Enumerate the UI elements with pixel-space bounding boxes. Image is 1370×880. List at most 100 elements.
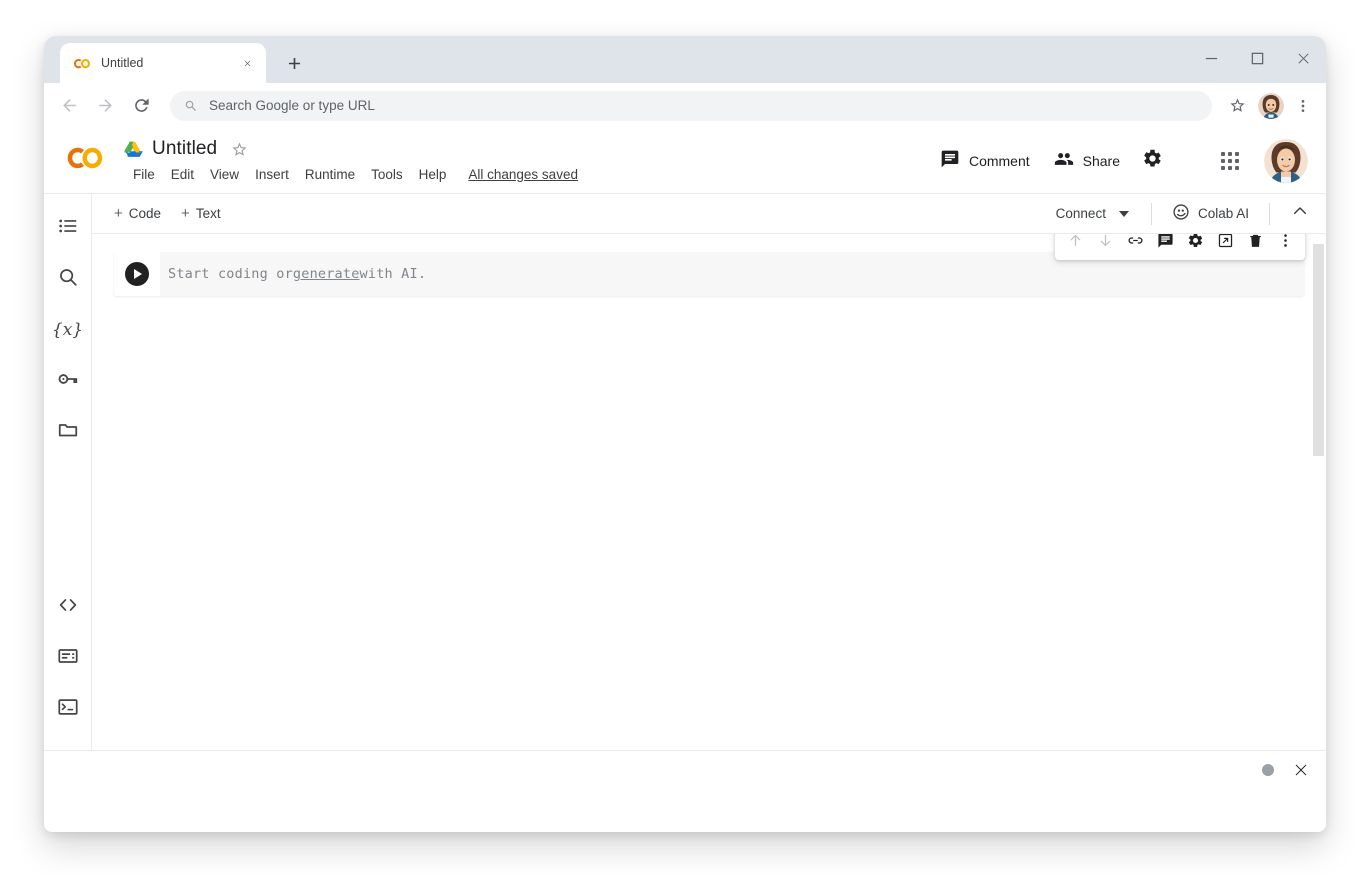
terminal-icon [57,696,79,723]
browser-profile-avatar[interactable] [1258,93,1284,119]
code-brackets-icon [57,594,79,621]
menu-tools[interactable]: Tools [363,164,411,185]
menu-runtime[interactable]: Runtime [297,164,363,185]
search-icon [184,99,198,113]
add-comment-button[interactable] [1150,234,1180,258]
account-avatar[interactable] [1264,139,1308,183]
close-icon[interactable] [238,54,256,72]
chevron-down-icon [1119,211,1129,217]
title-row: Untitled [124,136,586,162]
link-icon [1127,234,1144,254]
open-in-new-icon [1217,234,1234,254]
add-code-label: Code [129,206,161,221]
cell-toolbar [1055,234,1305,260]
cell-gutter [114,252,160,296]
mirror-cell-in-tab-button[interactable] [1210,234,1240,258]
browser-tab[interactable]: Untitled [60,43,266,83]
sidebar-item-command-palette[interactable] [48,638,88,678]
browser-tab-title: Untitled [101,56,228,70]
header-actions: Comment Share [928,139,1308,183]
colab-logo[interactable] [66,146,104,176]
comment-button[interactable]: Comment [928,141,1042,180]
close-icon[interactable] [1290,759,1312,781]
add-text-cell-button[interactable]: + Text [171,201,231,226]
colab-ai-button[interactable]: Colab AI [1162,197,1259,230]
connect-button[interactable]: Connect [1044,200,1141,227]
play-icon [134,269,142,279]
run-cell-button[interactable] [125,262,149,286]
new-tab-button[interactable] [278,47,310,79]
bookmark-star-icon[interactable] [1222,91,1252,121]
menu-view[interactable]: View [202,164,247,185]
key-icon [57,368,79,395]
delete-cell-button[interactable] [1240,234,1270,258]
cell-placeholder-suffix: with AI. [360,266,427,282]
sidebar-item-terminal[interactable] [48,689,88,729]
arrow-down-icon [1097,234,1114,254]
chevron-up-icon [1291,202,1309,225]
sidebar-item-secrets[interactable] [48,361,88,401]
add-code-cell-button[interactable]: + Code [104,201,171,226]
maximize-button[interactable] [1234,36,1280,80]
comment-button-label: Comment [969,153,1030,169]
table-of-contents-icon [57,215,79,242]
share-button[interactable]: Share [1042,141,1132,180]
menu-file[interactable]: File [125,164,163,185]
sidebar-item-table-of-contents[interactable] [48,208,88,248]
code-cell[interactable]: Start coding or generate with AI. [114,252,1304,296]
plus-icon: + [181,206,190,221]
variables-icon: {x} [52,320,83,340]
back-arrow-icon[interactable] [52,89,86,123]
move-cell-down-button[interactable] [1090,234,1120,258]
cell-settings-button[interactable] [1180,234,1210,258]
browser-window: Untitled [44,36,1326,832]
menu-insert[interactable]: Insert [247,164,297,185]
workspace: {x} [44,194,1326,750]
gear-icon [1187,234,1204,254]
notebook-toolbar-right: Connect Colab AI [1044,197,1320,230]
cell-placeholder-prefix: Start coding or [168,266,293,282]
three-dot-menu-icon [1277,234,1294,254]
window-controls [1188,36,1326,80]
colab-icon [73,56,91,70]
browser-toolbar: Search Google or type URL [44,83,1326,128]
browser-titlebar: Untitled [44,36,1326,83]
more-cell-actions-button[interactable] [1270,234,1300,258]
reload-arrow-icon[interactable] [124,89,158,123]
forward-arrow-icon[interactable] [88,89,122,123]
link-to-cell-button[interactable] [1120,234,1150,258]
notebook-toolbar: + Code + Text Connect [92,194,1326,234]
trash-icon [1247,234,1264,254]
status-bar [44,750,1326,788]
minimize-button[interactable] [1188,36,1234,80]
share-button-label: Share [1083,153,1120,169]
search-icon [57,266,79,293]
toolbar-divider [1151,203,1152,225]
close-window-button[interactable] [1280,36,1326,80]
address-bar[interactable]: Search Google or type URL [170,91,1212,121]
recording-dot-icon[interactable] [1262,764,1274,776]
page-title[interactable]: Untitled [152,138,217,160]
save-status[interactable]: All changes saved [460,164,586,185]
settings-button[interactable] [1132,141,1172,181]
menu-edit[interactable]: Edit [163,164,202,185]
generate-with-ai-link[interactable]: generate [293,266,360,282]
sidebar-item-files[interactable] [48,412,88,452]
notebook-area: + Code + Text Connect [92,194,1326,750]
menu-help[interactable]: Help [411,164,455,185]
people-icon [1054,149,1074,172]
add-text-label: Text [196,206,221,221]
google-apps-button[interactable] [1210,141,1250,181]
sidebar-item-code-snippets[interactable] [48,587,88,627]
sidebar-item-variables[interactable]: {x} [48,310,88,350]
move-cell-up-button[interactable] [1060,234,1090,258]
toolbar-divider [1269,203,1270,225]
gear-icon [1142,148,1163,174]
notebook-scrollbar[interactable] [1313,244,1324,456]
menubar: File Edit View Insert Runtime Tools Help… [125,164,586,185]
star-outline-icon[interactable] [231,141,248,158]
three-dot-menu-icon[interactable] [1290,91,1316,121]
colab-ai-label: Colab AI [1198,206,1249,221]
collapse-toolbar-button[interactable] [1280,199,1320,229]
sidebar-item-search[interactable] [48,259,88,299]
